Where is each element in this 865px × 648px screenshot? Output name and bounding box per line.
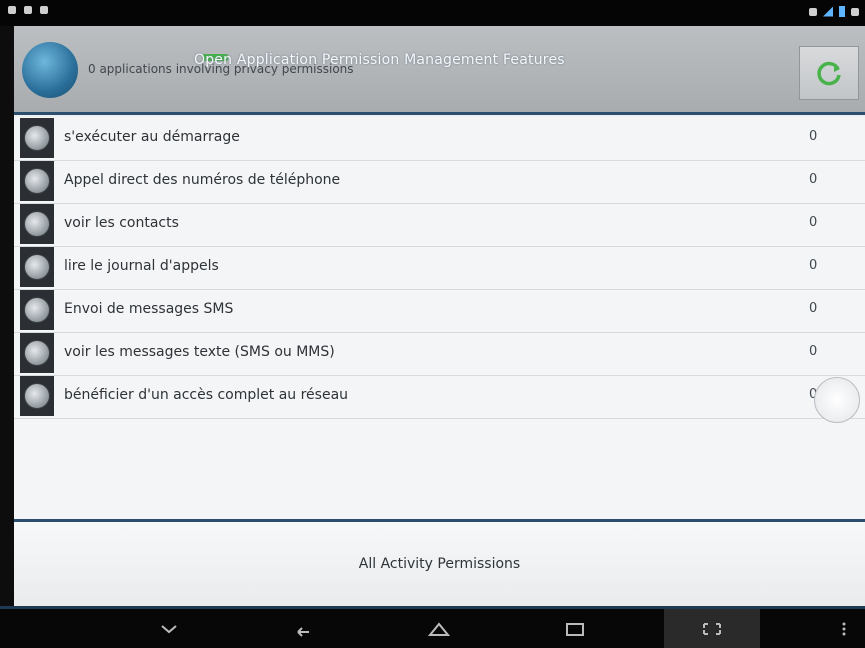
permission-count: 0 [809,129,818,144]
keyboard-hide-icon[interactable] [154,619,184,639]
status-system-icons [809,6,859,17]
permission-label: voir les messages texte (SMS ou MMS) [64,344,335,360]
clock-icon [851,7,859,16]
alarm-icon [809,7,817,16]
permission-label: Envoi de messages SMS [64,301,234,317]
back-icon[interactable] [288,619,318,639]
globe-icon [22,42,78,98]
screenshot-icon[interactable] [697,619,727,639]
permission-row-send-sms[interactable]: Envoi de messages SMS 0 [14,289,865,333]
floating-scroll-handle[interactable] [814,377,860,423]
message-icon [20,333,54,373]
refresh-icon [817,61,841,86]
notification-icon [8,6,16,14]
status-bar [0,0,865,26]
navigation-bar [0,606,865,648]
menu-icon[interactable] [832,619,856,639]
permission-count: 0 [809,258,818,273]
open-permission-management-link[interactable]: Open Application Permission Management F… [194,52,565,68]
permission-count: 0 [809,344,818,359]
permission-list: s'exécuter au démarrage 0 Appel direct d… [14,117,865,519]
permission-row-run-at-startup[interactable]: s'exécuter au démarrage 0 [14,117,865,161]
phone-icon [20,161,54,201]
startup-icon [20,118,54,158]
notification-icon [24,6,32,14]
notification-icon [40,6,48,14]
refresh-button[interactable] [799,46,859,100]
permission-row-call-log[interactable]: lire le journal d'appels 0 [14,246,865,290]
status-notifications [8,6,48,14]
footer: All Activity Permissions [14,522,865,606]
home-icon[interactable] [424,619,454,639]
permission-label: Appel direct des numéros de téléphone [64,172,341,188]
permission-row-network-access[interactable]: bénéficier d'un accès complet au réseau … [14,375,865,419]
call-log-icon [20,247,54,287]
permission-row-read-messages[interactable]: voir les messages texte (SMS ou MMS) 0 [14,332,865,376]
permission-count: 0 [809,301,818,316]
signal-icon [823,6,833,17]
permission-label: lire le journal d'appels [64,258,219,274]
permission-row-direct-call[interactable]: Appel direct des numéros de téléphone 0 [14,160,865,204]
permission-label: voir les contacts [64,215,179,231]
permission-label: s'exécuter au démarrage [64,129,240,145]
app-screen: 0 applications involving privacy permiss… [14,26,865,606]
battery-icon [839,6,845,17]
permission-label: bénéficier d'un accès complet au réseau [64,387,349,403]
permission-count: 0 [809,172,818,187]
all-activity-permissions-button[interactable]: All Activity Permissions [14,522,865,606]
sms-icon [20,290,54,330]
permission-row-contacts[interactable]: voir les contacts 0 [14,203,865,247]
contacts-icon [20,204,54,244]
network-icon [20,376,54,416]
permission-count: 0 [809,215,818,230]
app-header: 0 applications involving privacy permiss… [14,26,865,115]
recents-icon[interactable] [560,619,590,639]
